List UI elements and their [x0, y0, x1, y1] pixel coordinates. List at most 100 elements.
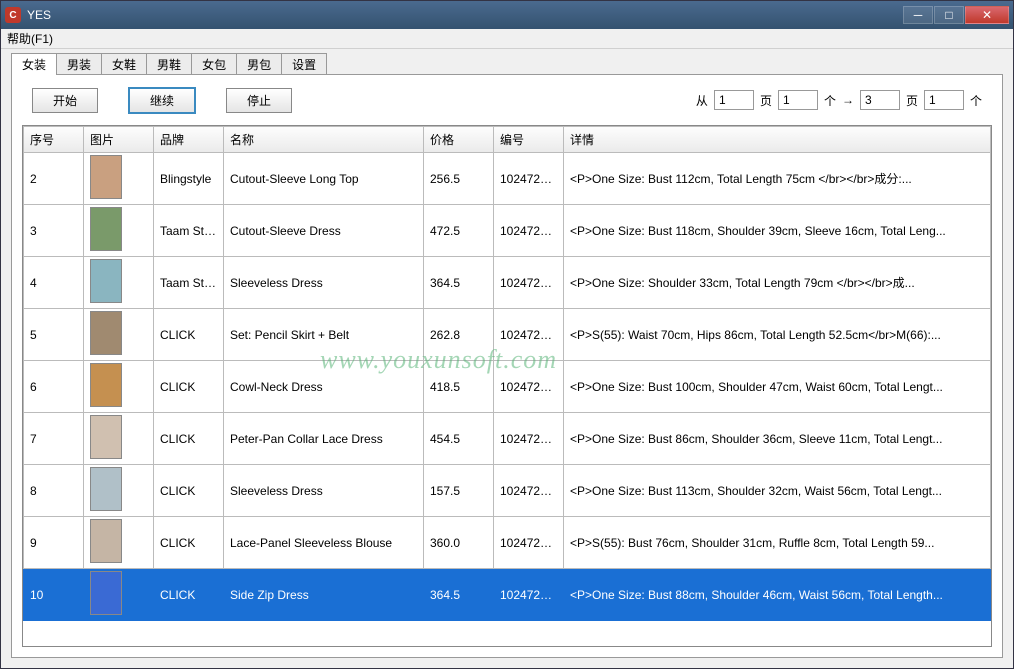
table-row[interactable]: 5CLICKSet: Pencil Skirt + Belt262.810247…: [24, 309, 991, 361]
continue-button[interactable]: 继续: [128, 87, 196, 114]
cell-detail: <P>One Size: Bust 88cm, Shoulder 46cm, W…: [564, 569, 991, 621]
table-row[interactable]: 3 Taam StoryCutout-Sleeve Dress472.510247…: [24, 205, 991, 257]
cell-code: 1024726850: [494, 517, 564, 569]
table-row[interactable]: 9CLICKLace-Panel Sleeveless Blouse360.01…: [24, 517, 991, 569]
header-name[interactable]: 名称: [224, 127, 424, 153]
menu-help[interactable]: 帮助(F1): [7, 30, 53, 47]
header-seq[interactable]: 序号: [24, 127, 84, 153]
page-label: 页: [760, 92, 772, 109]
cell-image: [84, 413, 154, 465]
cell-name: Cutout-Sleeve Long Top: [224, 153, 424, 205]
from-item-input[interactable]: [778, 90, 818, 110]
table-row[interactable]: 6CLICKCowl-Neck Dress418.51024726868<P>O…: [24, 361, 991, 413]
header-detail[interactable]: 详情: [564, 127, 991, 153]
cell-image: [84, 309, 154, 361]
tab-1[interactable]: 男装: [56, 53, 102, 75]
cell-image: [84, 517, 154, 569]
paging-controls: 从 页 个 → 页 个: [696, 90, 982, 110]
cell-name: Side Zip Dress: [224, 569, 424, 621]
cell-code: 1024726874: [494, 309, 564, 361]
cell-code: 1024726866: [494, 413, 564, 465]
tab-3[interactable]: 男鞋: [146, 53, 192, 75]
cell-code: 1024726854: [494, 465, 564, 517]
cell-image: [84, 153, 154, 205]
tab-6[interactable]: 设置: [281, 53, 327, 75]
titlebar: C YES ─ □ ✕: [1, 1, 1013, 29]
cell-detail: <P>One Size: Bust 118cm, Shoulder 39cm, …: [564, 205, 991, 257]
header-image[interactable]: 图片: [84, 127, 154, 153]
cell-price: 472.5: [424, 205, 494, 257]
cell-seq: 8: [24, 465, 84, 517]
thumbnail-image: [90, 415, 122, 459]
to-page-input[interactable]: [860, 90, 900, 110]
cell-seq: 3: [24, 205, 84, 257]
window-controls: ─ □ ✕: [902, 6, 1009, 24]
cell-detail: <P>S(55): Waist 70cm, Hips 86cm, Total L…: [564, 309, 991, 361]
table-row[interactable]: 10CLICKSide Zip Dress364.51024726848<P>O…: [24, 569, 991, 621]
cell-detail: <P>One Size: Bust 86cm, Shoulder 36cm, S…: [564, 413, 991, 465]
thumbnail-image: [90, 519, 122, 563]
cell-price: 360.0: [424, 517, 494, 569]
from-page-input[interactable]: [714, 90, 754, 110]
cell-brand: CLICK: [154, 413, 224, 465]
cell-price: 256.5: [424, 153, 494, 205]
menubar: 帮助(F1): [1, 29, 1013, 49]
toolbar: 开始 继续 停止 从 页 个 → 页 个: [12, 75, 1002, 125]
cell-seq: 7: [24, 413, 84, 465]
cell-image: [84, 465, 154, 517]
minimize-button[interactable]: ─: [903, 6, 933, 24]
cell-price: 364.5: [424, 257, 494, 309]
cell-image: [84, 205, 154, 257]
thumbnail-image: [90, 571, 122, 615]
cell-seq: 5: [24, 309, 84, 361]
thumbnail-image: [90, 311, 122, 355]
cell-code: 1024726848: [494, 569, 564, 621]
cell-detail: <P>One Size: Bust 112cm, Total Length 75…: [564, 153, 991, 205]
table-row[interactable]: 7CLICKPeter-Pan Collar Lace Dress454.510…: [24, 413, 991, 465]
header-brand[interactable]: 品牌: [154, 127, 224, 153]
stop-button[interactable]: 停止: [226, 88, 292, 113]
maximize-button[interactable]: □: [934, 6, 964, 24]
tab-panel: 开始 继续 停止 从 页 个 → 页 个: [11, 74, 1003, 658]
cell-price: 262.8: [424, 309, 494, 361]
tab-2[interactable]: 女鞋: [101, 53, 147, 75]
cell-brand: Taam Story: [154, 205, 224, 257]
tab-0[interactable]: 女装: [11, 53, 57, 75]
cell-detail: <P>One Size: Shoulder 33cm, Total Length…: [564, 257, 991, 309]
cell-code: 1024726884: [494, 153, 564, 205]
cell-image: [84, 257, 154, 309]
cell-name: Cutout-Sleeve Dress: [224, 205, 424, 257]
tab-4[interactable]: 女包: [191, 53, 237, 75]
tabbar: 女装男装女鞋男鞋女包男包设置: [11, 53, 1003, 75]
header-code[interactable]: 编号: [494, 127, 564, 153]
table-row[interactable]: 8CLICKSleeveless Dress157.51024726854<P>…: [24, 465, 991, 517]
page-label: 页: [906, 92, 918, 109]
table-row[interactable]: 2BlingstyleCutout-Sleeve Long Top256.510…: [24, 153, 991, 205]
cell-detail: <P>One Size: Bust 100cm, Shoulder 47cm, …: [564, 361, 991, 413]
cell-seq: 9: [24, 517, 84, 569]
cell-name: Sleeveless Dress: [224, 465, 424, 517]
header-price[interactable]: 价格: [424, 127, 494, 153]
cell-brand: CLICK: [154, 569, 224, 621]
app-icon: C: [5, 7, 21, 23]
cell-brand: Taam Story: [154, 257, 224, 309]
cell-name: Lace-Panel Sleeveless Blouse: [224, 517, 424, 569]
to-item-input[interactable]: [924, 90, 964, 110]
cell-brand: CLICK: [154, 361, 224, 413]
from-label: 从: [696, 92, 708, 109]
start-button[interactable]: 开始: [32, 88, 98, 113]
thumbnail-image: [90, 259, 122, 303]
cell-detail: <P>S(55): Bust 76cm, Shoulder 31cm, Ruff…: [564, 517, 991, 569]
cell-seq: 2: [24, 153, 84, 205]
cell-code: 1024726881: [494, 205, 564, 257]
cell-code: 1024726878: [494, 257, 564, 309]
cell-code: 1024726868: [494, 361, 564, 413]
cell-price: 454.5: [424, 413, 494, 465]
arrow-label: →: [842, 93, 854, 107]
close-button[interactable]: ✕: [965, 6, 1009, 24]
thumbnail-image: [90, 155, 122, 199]
tab-5[interactable]: 男包: [236, 53, 282, 75]
cell-detail: <P>One Size: Bust 113cm, Shoulder 32cm, …: [564, 465, 991, 517]
cell-name: Set: Pencil Skirt + Belt: [224, 309, 424, 361]
table-row[interactable]: 4Taam StorySleeveless Dress364.510247268…: [24, 257, 991, 309]
